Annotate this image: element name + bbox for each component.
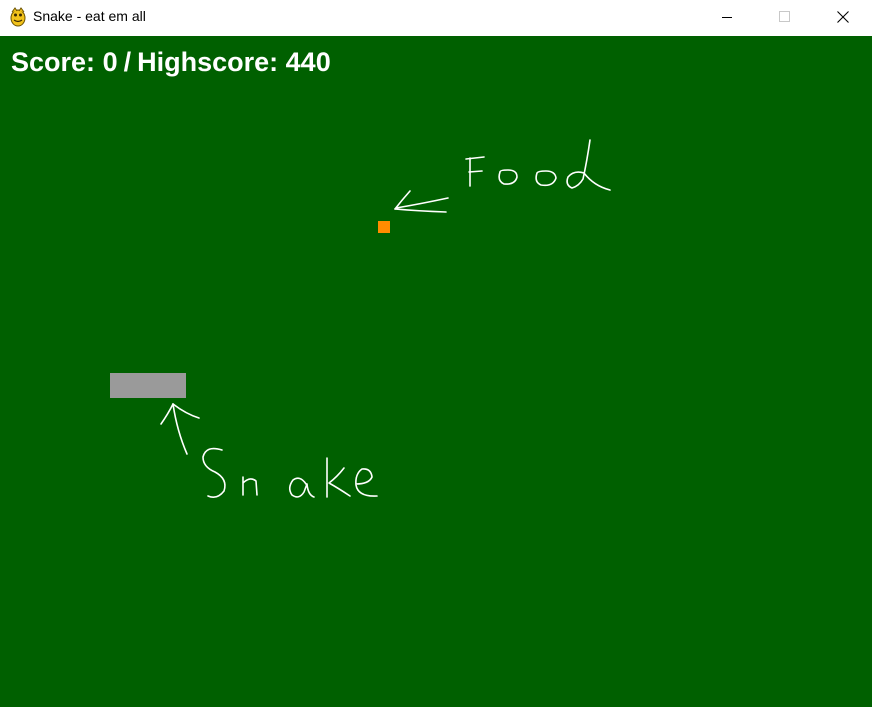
python-snake-icon [10,7,26,27]
food-arrow [394,190,449,213]
food-handwriting [465,139,611,191]
minimize-button[interactable] [698,0,756,34]
maximize-icon [779,11,790,22]
close-icon [837,11,849,23]
minimize-icon [722,17,732,18]
handwritten-annotations [160,139,611,498]
score-display: Score: 0/Highscore: 440 [11,47,331,78]
snake-handwriting [202,447,378,498]
snake-arrow [160,403,200,455]
window-title: Snake - eat em all [33,8,146,24]
highscore-label: Highscore: [137,47,279,77]
score-value: 0 [102,47,118,77]
maximize-button[interactable] [756,0,814,34]
game-canvas[interactable]: Score: 0/Highscore: 440 [0,36,872,707]
food-pellet [378,221,390,233]
snake-body [110,373,186,398]
highscore-value: 440 [285,47,331,77]
score-label: Score: [11,47,96,77]
close-button[interactable] [814,0,872,34]
title-bar[interactable]: Snake - eat em all [0,0,872,36]
score-separator: / [123,47,132,77]
